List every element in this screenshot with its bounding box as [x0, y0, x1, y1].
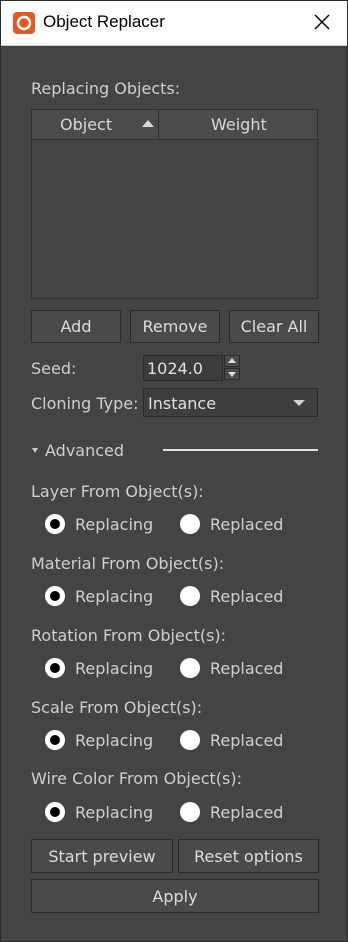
material-replaced-label[interactable]: Replaced — [210, 587, 283, 606]
seed-decrement-button[interactable] — [224, 368, 240, 380]
rotation-option-label: Rotation From Object(s): — [31, 626, 227, 645]
replacing-objects-table[interactable]: Object Weight — [31, 109, 318, 299]
cloning-type-value: Instance — [148, 394, 217, 413]
start-preview-button[interactable]: Start preview — [31, 839, 173, 873]
column-header-object[interactable]: Object — [60, 115, 112, 134]
chevron-down-icon — [293, 400, 305, 406]
replacing-objects-label: Replacing Objects: — [31, 79, 181, 98]
cloning-type-label: Cloning Type: — [31, 394, 139, 413]
object-replacer-window: Object Replacer Replacing Objects: Objec… — [0, 0, 348, 942]
layer-replacing-label[interactable]: Replacing — [75, 515, 153, 534]
wire-color-replacing-radio[interactable] — [45, 802, 65, 822]
layer-option-label: Layer From Object(s): — [31, 482, 204, 501]
scale-replaced-radio[interactable] — [180, 730, 200, 750]
advanced-section-toggle[interactable]: Advanced — [31, 441, 151, 463]
cloning-type-dropdown[interactable]: Instance — [143, 388, 318, 417]
section-divider — [163, 449, 318, 451]
seed-increment-button[interactable] — [224, 355, 240, 367]
reset-options-button[interactable]: Reset options — [178, 839, 319, 873]
column-header-weight[interactable]: Weight — [211, 115, 267, 134]
seed-label: Seed: — [31, 359, 77, 378]
rotation-replaced-label[interactable]: Replaced — [210, 659, 283, 678]
material-option-label: Material From Object(s): — [31, 554, 225, 573]
seed-input[interactable]: 1024.0 — [143, 355, 223, 381]
layer-replaced-radio[interactable] — [180, 514, 200, 534]
rotation-replaced-radio[interactable] — [180, 658, 200, 678]
scale-option-label: Scale From Object(s): — [31, 698, 203, 717]
clear-all-button[interactable]: Clear All — [229, 310, 319, 343]
remove-button[interactable]: Remove — [130, 310, 220, 343]
material-replacing-radio[interactable] — [45, 586, 65, 606]
wire-color-replaced-label[interactable]: Replaced — [210, 803, 283, 822]
collapse-arrow-icon — [32, 448, 38, 453]
add-button[interactable]: Add — [31, 310, 121, 343]
material-replacing-label[interactable]: Replacing — [75, 587, 153, 606]
table-header: Object Weight — [32, 110, 317, 140]
arrow-down-icon — [228, 372, 236, 377]
title-bar[interactable]: Object Replacer — [1, 1, 347, 46]
close-icon[interactable] — [311, 11, 333, 33]
scale-replaced-label[interactable]: Replaced — [210, 731, 283, 750]
rotation-replacing-label[interactable]: Replacing — [75, 659, 153, 678]
advanced-label: Advanced — [45, 441, 125, 460]
scale-replacing-radio[interactable] — [45, 730, 65, 750]
apply-button[interactable]: Apply — [31, 879, 319, 913]
layer-replaced-label[interactable]: Replaced — [210, 515, 283, 534]
seed-value: 1024.0 — [147, 359, 203, 378]
wire-color-replacing-label[interactable]: Replacing — [75, 803, 153, 822]
scale-replacing-label[interactable]: Replacing — [75, 731, 153, 750]
rotation-replacing-radio[interactable] — [45, 658, 65, 678]
layer-replacing-radio[interactable] — [45, 514, 65, 534]
app-logo-icon — [13, 12, 35, 34]
wire-color-option-label: Wire Color From Object(s): — [31, 769, 242, 788]
sort-ascending-icon[interactable] — [142, 120, 154, 127]
window-title: Object Replacer — [43, 12, 165, 31]
wire-color-replaced-radio[interactable] — [180, 802, 200, 822]
material-replaced-radio[interactable] — [180, 586, 200, 606]
arrow-up-icon — [228, 358, 236, 363]
